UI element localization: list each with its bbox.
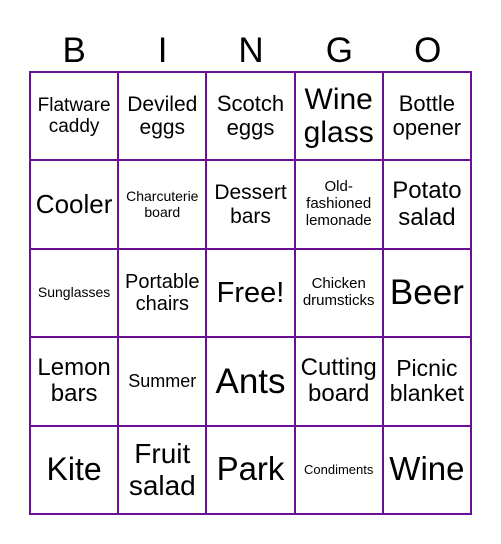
cell-label: Potato salad xyxy=(392,176,462,231)
bingo-cell[interactable]: Deviled eggs xyxy=(118,72,207,161)
bingo-cell[interactable]: Cutting board xyxy=(294,337,383,426)
cell-label: Flatware caddy xyxy=(37,94,111,138)
cell-label: Chicken drumsticks xyxy=(302,275,375,309)
header-letter-i: I xyxy=(157,30,168,70)
bingo-cell[interactable]: Ants xyxy=(206,337,295,426)
cell-label: Fruit salad xyxy=(128,438,196,501)
bingo-cell[interactable]: Kite xyxy=(30,425,119,514)
bingo-cell[interactable]: Sunglasses xyxy=(30,248,119,338)
bingo-cell[interactable]: Dessert bars xyxy=(206,160,295,249)
bingo-cell[interactable]: Bottle opener xyxy=(382,72,471,161)
bingo-cell[interactable]: Fruit salad xyxy=(118,425,207,514)
bingo-cell[interactable]: Old-fashioned lemonade xyxy=(294,160,383,249)
bingo-cell[interactable]: Wine glass xyxy=(294,72,383,161)
cell-label: Bottle opener xyxy=(392,90,462,141)
bingo-cell[interactable]: Condiments xyxy=(294,425,383,514)
bingo-cell[interactable]: Summer xyxy=(118,337,207,426)
bingo-cell[interactable]: Scotch eggs xyxy=(206,72,295,161)
bingo-cell[interactable]: Cooler xyxy=(30,160,119,249)
bingo-cell[interactable]: Potato salad xyxy=(382,160,471,249)
header-letter-b: B xyxy=(62,30,86,70)
cell-label: Wine glass xyxy=(303,82,374,150)
bingo-cell[interactable]: Chicken drumsticks xyxy=(294,248,383,338)
cell-label: Charcuterie board xyxy=(126,187,199,220)
cell-label: Cooler xyxy=(35,189,113,220)
cell-label: Free! xyxy=(216,276,285,309)
cell-label: Portable chairs xyxy=(125,270,200,315)
cell-label: Deviled eggs xyxy=(127,92,198,140)
cell-label: Scotch eggs xyxy=(216,90,285,141)
bingo-board: Flatware caddy Deviled eggs Scotch eggs … xyxy=(29,71,472,515)
bingo-cell[interactable]: Charcuterie board xyxy=(118,160,207,249)
cell-label: Old-fashioned lemonade xyxy=(305,178,372,229)
cell-label: Picnic blanket xyxy=(389,354,464,407)
bingo-cell[interactable]: Flatware caddy xyxy=(30,72,119,161)
cell-label: Cutting board xyxy=(300,353,377,408)
cell-label: Sunglasses xyxy=(37,284,111,301)
header-letter-g: G xyxy=(325,30,353,70)
bingo-cell[interactable]: Beer xyxy=(382,248,471,338)
bingo-cell[interactable]: Wine xyxy=(382,425,471,514)
bingo-cell[interactable]: Park xyxy=(206,425,295,514)
cell-label: Kite xyxy=(46,450,102,487)
header-letter-n: N xyxy=(238,30,264,70)
bingo-cell[interactable]: Picnic blanket xyxy=(382,337,471,426)
cell-label: Wine xyxy=(389,450,465,488)
cell-label: Summer xyxy=(128,371,197,392)
cell-label: Park xyxy=(216,450,285,488)
bingo-cell[interactable]: Portable chairs xyxy=(118,248,207,338)
cell-label: Ants xyxy=(215,361,286,401)
free-space-cell[interactable]: Free! xyxy=(206,248,295,338)
cell-label: Lemon bars xyxy=(37,353,111,408)
header-letter-o: O xyxy=(414,30,442,70)
cell-label: Dessert bars xyxy=(214,181,287,228)
cell-label: Condiments xyxy=(304,461,374,477)
cell-label: Beer xyxy=(389,273,464,313)
bingo-cell[interactable]: Lemon bars xyxy=(30,337,119,426)
bingo-header: B I N G O xyxy=(30,26,472,72)
